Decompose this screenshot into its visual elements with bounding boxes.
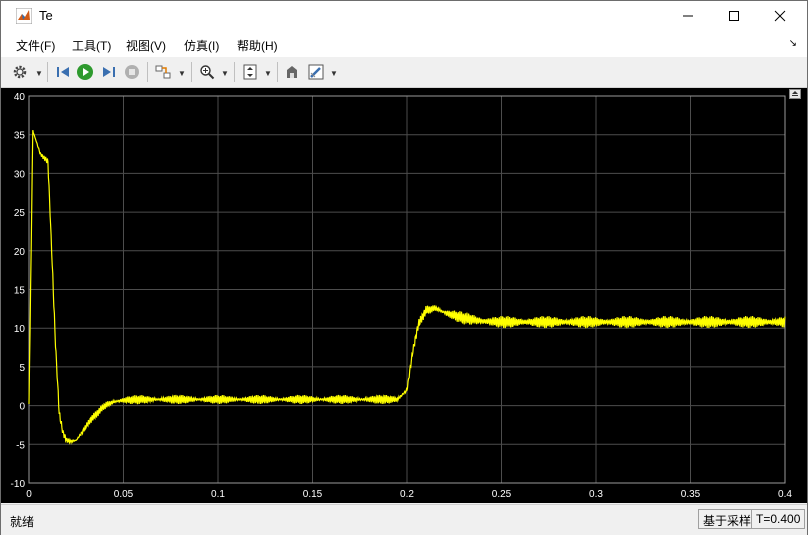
zoom-dropdown-icon[interactable]: ▼: [221, 69, 229, 78]
run-icon: [77, 64, 93, 80]
gear-icon: [13, 65, 27, 79]
expand-icon: [792, 91, 798, 96]
status-bar: 就绪 基于采样 T=0.400: [1, 504, 807, 535]
time-indicator: T=0.400: [751, 509, 806, 529]
autoscale-dropdown-icon[interactable]: ▼: [264, 69, 272, 78]
highlight-block-button[interactable]: [282, 62, 302, 82]
toolbar-separator: [191, 62, 192, 82]
menu-help[interactable]: 帮助(H): [237, 37, 278, 54]
zoom-button[interactable]: [197, 62, 217, 82]
y-tick-label: 35: [14, 131, 26, 142]
configuration-dropdown-icon[interactable]: ▼: [35, 69, 43, 78]
scope-display[interactable]: 0 0.05 0.1 0.15 0.2 0.25 0.3 0.35 0.4 -10 -5 0 5 10 15…: [1, 88, 807, 503]
x-tick-label: 0: [26, 489, 32, 500]
expand-axes-button[interactable]: [789, 89, 801, 99]
signal-select-button[interactable]: [153, 62, 173, 82]
x-tick-label: 0.3: [589, 489, 603, 500]
window-title: Te: [39, 8, 53, 23]
maximize-icon: [729, 11, 739, 21]
x-tick-label: 0.25: [492, 489, 512, 500]
style-icon: [308, 64, 324, 80]
step-back-button[interactable]: [53, 62, 73, 82]
y-tick-label: 20: [14, 247, 26, 258]
x-tick-label: 0.4: [778, 489, 792, 500]
style-dropdown-icon[interactable]: ▼: [330, 69, 338, 78]
menu-tools[interactable]: 工具(T): [72, 37, 111, 54]
toolbar-separator: [147, 62, 148, 82]
x-tick-label: 0.1: [211, 489, 225, 500]
zoom-icon: [200, 65, 215, 80]
menu-file[interactable]: 文件(F): [16, 37, 55, 54]
run-button[interactable]: [75, 62, 95, 82]
title-bar: Te: [1, 1, 807, 31]
y-tick-label: 10: [14, 324, 26, 335]
y-tick-label: 30: [14, 169, 26, 180]
autoscale-icon: [243, 64, 257, 80]
signal-select-dropdown-icon[interactable]: ▼: [178, 69, 186, 78]
x-tick-label: 0.2: [400, 489, 414, 500]
y-tick-label: -5: [16, 440, 25, 451]
stop-button[interactable]: [122, 62, 142, 82]
toolbar: ▼ ▼ ▼ ▼ ▼: [1, 57, 807, 88]
scope-window: Te 文件(F) 工具(T) 视图(V) 仿真(I) 帮助(H) ↘ ▼ ▼ ▼…: [0, 0, 808, 535]
y-tick-label: -10: [11, 479, 26, 490]
y-tick-label: 5: [19, 363, 25, 374]
te-plot[interactable]: 0 0.05 0.1 0.15 0.2 0.25 0.3 0.35 0.4 -10 -5 0 5 10 15…: [1, 88, 807, 503]
step-back-icon: [57, 67, 69, 77]
x-tick-label: 0.15: [303, 489, 323, 500]
status-text: 就绪: [10, 515, 35, 529]
menu-simulation[interactable]: 仿真(I): [184, 37, 219, 54]
minimize-icon: [683, 15, 693, 17]
y-tick-label: 25: [14, 208, 26, 219]
minimize-button[interactable]: [665, 1, 711, 31]
toolbar-separator: [277, 62, 278, 82]
signal-select-icon: [155, 65, 171, 79]
x-tick-label: 0.05: [114, 489, 134, 500]
y-tick-label: 0: [19, 402, 25, 413]
menu-view[interactable]: 视图(V): [126, 37, 166, 54]
x-tick-label: 0.35: [681, 489, 701, 500]
menu-bar: 文件(F) 工具(T) 视图(V) 仿真(I) 帮助(H) ↘: [1, 31, 807, 57]
y-tick-label: 15: [14, 286, 26, 297]
configuration-button[interactable]: [10, 62, 30, 82]
maximize-button[interactable]: [711, 1, 757, 31]
matlab-icon: [16, 8, 32, 24]
autoscale-button[interactable]: [240, 62, 260, 82]
sampling-mode-indicator: 基于采样: [698, 509, 757, 529]
toolbar-separator: [234, 62, 235, 82]
stop-icon: [125, 65, 139, 79]
y-tick-label: 40: [14, 92, 26, 103]
step-forward-button[interactable]: [99, 62, 119, 82]
style-button[interactable]: [306, 62, 326, 82]
toolbar-separator: [47, 62, 48, 82]
close-button[interactable]: [757, 1, 803, 31]
close-icon: [774, 10, 786, 22]
step-forward-icon: [103, 67, 115, 77]
dock-arrow-icon[interactable]: ↘: [789, 38, 797, 49]
highlight-block-icon: [287, 66, 297, 78]
